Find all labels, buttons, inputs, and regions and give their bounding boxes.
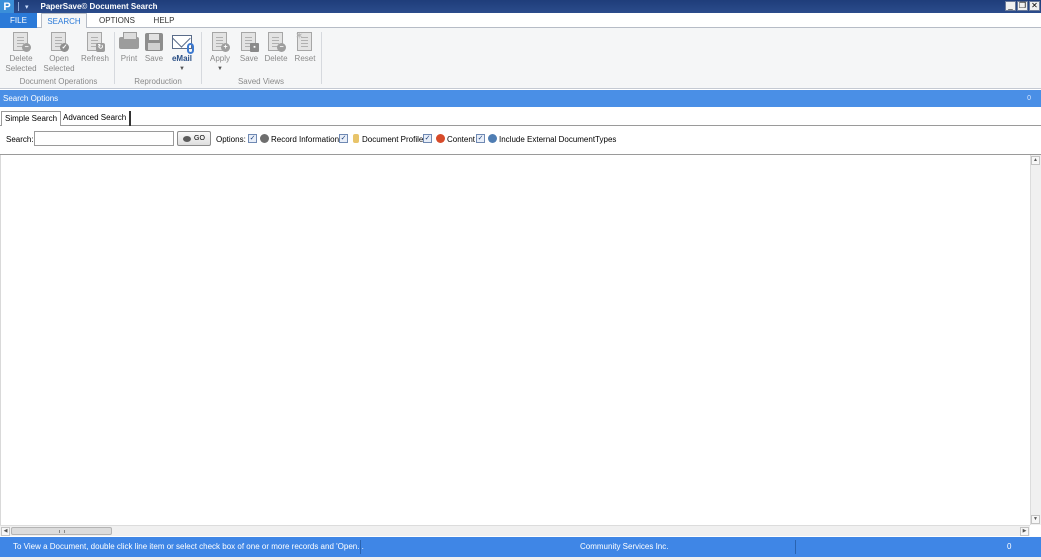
document-profile-label: Document Profile <box>362 135 424 144</box>
search-go-icon <box>183 135 192 142</box>
user-icon <box>260 134 269 143</box>
record-information-checkbox[interactable]: ✓ <box>248 134 257 143</box>
apply-view-icon: + <box>210 32 230 52</box>
save-label: Save <box>144 54 164 63</box>
profile-icon <box>353 134 359 143</box>
search-mode-tabs: Simple Search Advanced Search <box>0 109 1041 127</box>
scroll-right-arrow-icon[interactable]: ▶ <box>1020 527 1029 536</box>
status-separator <box>795 540 796 554</box>
reset-view-button[interactable]: ✶ Reset <box>293 32 317 64</box>
go-label: GO <box>194 135 205 142</box>
group-label-reproduction: Reproduction <box>134 77 182 86</box>
vertical-scrollbar[interactable]: ▲ ▼ <box>1030 155 1041 525</box>
content-label: Content <box>447 135 476 144</box>
tab-search[interactable]: SEARCH <box>41 13 87 29</box>
tab-advanced-search[interactable]: Advanced Search <box>60 111 132 127</box>
quick-access-divider <box>18 2 19 11</box>
refresh-icon: ↻ <box>85 32 105 52</box>
tab-simple-search[interactable]: Simple Search <box>1 111 62 127</box>
go-button[interactable]: GO <box>177 131 211 146</box>
reset-view-icon: ✶ <box>295 32 315 52</box>
open-selected-label-2: Selected <box>43 64 75 73</box>
save-view-button[interactable]: ▪ Save <box>237 32 261 64</box>
group-label-document-operations: Document Operations <box>19 77 98 86</box>
search-options-title: Search Options <box>3 94 59 103</box>
delete-view-icon: − <box>266 32 286 52</box>
save-view-icon: ▪ <box>239 32 259 52</box>
tab-file[interactable]: FILE <box>0 13 37 28</box>
email-label: eMail <box>171 54 192 63</box>
printer-icon <box>119 32 139 52</box>
group-separator <box>201 32 202 84</box>
globe-icon <box>488 134 497 143</box>
refresh-button[interactable]: ↻ Refresh <box>80 32 110 64</box>
status-organization: Community Services Inc. <box>580 542 669 551</box>
horizontal-scroll-thumb[interactable] <box>11 527 112 535</box>
email-dropdown-arrow-icon[interactable]: ▼ <box>169 64 195 74</box>
open-document-icon: ✓ <box>49 32 69 52</box>
delete-document-icon: − <box>11 32 31 52</box>
save-button[interactable]: Save <box>143 32 165 64</box>
options-label: Options: <box>216 135 246 144</box>
group-separator <box>321 32 322 84</box>
content-icon <box>436 134 445 143</box>
apply-label: Apply <box>209 54 230 63</box>
open-selected-label-1: Open <box>49 54 69 63</box>
save-view-label: Save <box>239 54 259 63</box>
window-controls: _ ❐ ✕ <box>1005 1 1040 11</box>
restore-button[interactable]: ❐ <box>1017 1 1028 11</box>
tab-help[interactable]: HELP <box>147 13 181 28</box>
simple-search-row: Search: GO Options: ✓ Record Information… <box>0 126 1041 155</box>
floppy-disk-icon <box>144 32 164 52</box>
status-count: 0 <box>1007 542 1012 551</box>
delete-view-button[interactable]: − Delete <box>263 32 289 64</box>
status-message: To View a Document, double click line it… <box>13 542 364 551</box>
close-button[interactable]: ✕ <box>1029 1 1040 11</box>
content-checkbox[interactable]: ✓ <box>423 134 432 143</box>
search-label: Search: <box>6 135 34 144</box>
delete-selected-label-2: Selected <box>5 64 37 73</box>
search-options-header[interactable]: Search Options 0 <box>0 90 1041 107</box>
scroll-up-arrow-icon[interactable]: ▲ <box>1031 156 1040 165</box>
group-separator <box>114 32 115 84</box>
group-label-saved-views: Saved Views <box>237 77 285 86</box>
apply-view-button[interactable]: + Apply ▼ <box>207 32 233 74</box>
quick-access-dropdown-icon[interactable]: ▾ <box>25 3 29 11</box>
refresh-label: Refresh <box>80 54 109 63</box>
status-separator <box>360 540 361 554</box>
title-bar: P ▾ PaperSave© Document Search _ ❐ ✕ <box>0 0 1041 13</box>
reset-label: Reset <box>294 54 316 63</box>
scroll-down-arrow-icon[interactable]: ▼ <box>1031 515 1040 524</box>
print-label: Print <box>120 54 138 63</box>
open-selected-button[interactable]: ✓ Open Selected <box>43 32 75 74</box>
include-external-label: Include External DocumentTypes <box>499 135 617 144</box>
email-button[interactable]: eMail ▼ <box>169 32 195 74</box>
delete-view-label: Delete <box>264 54 288 63</box>
scroll-left-arrow-icon[interactable]: ◀ <box>1 527 10 536</box>
record-information-label: Record Information <box>271 135 340 144</box>
apply-dropdown-arrow-icon[interactable]: ▼ <box>207 64 233 74</box>
papersave-logo-icon[interactable]: P <box>0 0 14 13</box>
document-profile-checkbox[interactable]: ✓ <box>339 134 348 143</box>
search-input[interactable] <box>34 131 174 146</box>
status-bar: To View a Document, double click line it… <box>0 537 1041 557</box>
include-external-checkbox[interactable]: ✓ <box>476 134 485 143</box>
delete-selected-label-1: Delete <box>9 54 33 63</box>
email-attachment-icon <box>172 32 194 54</box>
minimize-button[interactable]: _ <box>1005 1 1016 11</box>
ribbon-tab-row: FILE SEARCH OPTIONS HELP <box>0 13 1041 29</box>
ribbon-panel: − Delete Selected ✓ Open Selected ↻ Refr… <box>0 28 1041 89</box>
tab-options[interactable]: OPTIONS <box>92 13 142 28</box>
horizontal-scrollbar[interactable]: ◀ ▶ <box>0 525 1030 536</box>
print-button[interactable]: Print <box>118 32 140 64</box>
pin-panel-icon[interactable]: 0 <box>1027 90 1031 107</box>
results-grid[interactable] <box>0 155 1041 536</box>
delete-selected-button[interactable]: − Delete Selected <box>5 32 37 74</box>
window-title: PaperSave© Document Search <box>40 2 158 11</box>
